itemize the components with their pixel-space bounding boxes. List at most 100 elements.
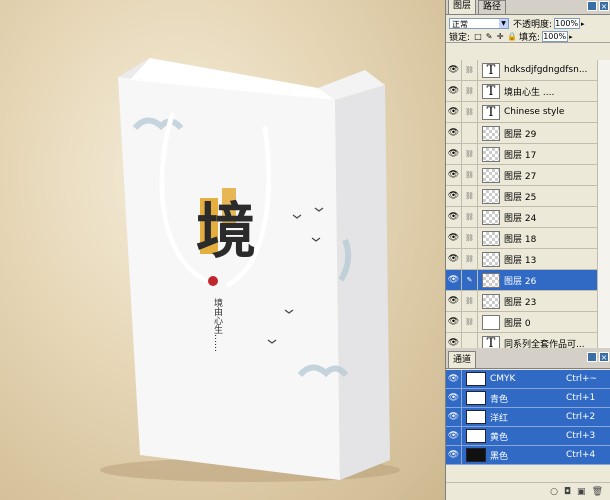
- eye-icon[interactable]: 👁: [446, 445, 462, 465]
- layer-row[interactable]: 👁 ⛓ 图层 18: [446, 227, 610, 249]
- layer-row[interactable]: 👁 ⛓ 图层 25: [446, 185, 610, 207]
- load-selection-icon[interactable]: ○: [550, 487, 558, 497]
- lock-transparent-icon[interactable]: □: [474, 32, 482, 41]
- lock-all-icon[interactable]: 🔒: [507, 32, 517, 41]
- layer-thumbnail: [482, 167, 500, 183]
- chain-link-icon[interactable]: ⛓: [462, 60, 478, 81]
- tab-layers[interactable]: 图层: [448, 0, 477, 14]
- fill-input[interactable]: 100%: [542, 31, 569, 42]
- chain-link-icon[interactable]: ⛓: [462, 290, 478, 312]
- minimize-button[interactable]: _: [587, 352, 597, 362]
- eye-icon[interactable]: 👁: [446, 122, 462, 144]
- channels-tabbar: 通道 _ ×: [446, 348, 610, 369]
- close-button[interactable]: ×: [599, 352, 609, 362]
- channel-shortcut: Ctrl+1: [566, 393, 596, 403]
- link-slot[interactable]: [462, 122, 478, 144]
- layer-name: 图层 26: [504, 276, 537, 287]
- opacity-arrow-icon[interactable]: ▸: [581, 20, 587, 28]
- text-layer-icon: T: [482, 104, 500, 120]
- layers-scrollbar[interactable]: [597, 60, 610, 348]
- layer-row[interactable]: 👁 ✎ 图层 26: [446, 269, 610, 291]
- eye-icon[interactable]: 👁: [446, 388, 462, 408]
- lock-image-icon[interactable]: ✎: [485, 32, 493, 41]
- layer-row[interactable]: 👁 T 同系列全套作品可...: [446, 332, 610, 348]
- eye-icon[interactable]: 👁: [446, 185, 462, 207]
- chain-link-icon[interactable]: ⛓: [462, 143, 478, 165]
- blend-mode-select[interactable]: 正常 ▼: [449, 18, 509, 29]
- layer-thumbnail: [482, 209, 500, 225]
- eye-icon[interactable]: 👁: [446, 290, 462, 312]
- channel-row[interactable]: 👁 黄色 Ctrl+3: [446, 426, 610, 446]
- eye-icon[interactable]: 👁: [446, 426, 462, 446]
- eye-icon[interactable]: 👁: [446, 227, 462, 249]
- brush-icon[interactable]: ✎: [462, 269, 478, 291]
- layer-row[interactable]: 👁 图层 29: [446, 122, 610, 144]
- channel-row[interactable]: 👁 青色 Ctrl+1: [446, 388, 610, 408]
- layer-list[interactable]: 👁 ⛓ Thdksdjfgdngdfsn... 👁 ⛓ T 境由心生 .... 👁 ⛓ T Chin…: [446, 60, 610, 348]
- chain-link-icon[interactable]: ⛓: [462, 206, 478, 228]
- layers-panel: 图层 路径 _ × 正常 ▼ 不透明度: 100% ▸ 锁定: □ ✎ ✛ 🔒 …: [445, 0, 610, 348]
- minimize-button[interactable]: _: [587, 1, 597, 11]
- layer-name: Chinese style: [504, 107, 565, 117]
- eye-icon[interactable]: 👁: [446, 407, 462, 427]
- layer-row[interactable]: 👁 ⛓ T 境由心生 ....: [446, 80, 610, 102]
- eye-icon[interactable]: 👁: [446, 60, 462, 81]
- layer-name: 图层 17: [504, 150, 537, 161]
- eye-icon[interactable]: 👁: [446, 101, 462, 123]
- layer-name: hdksdjfgdngdfsn...: [504, 65, 588, 75]
- eye-icon[interactable]: 👁: [446, 206, 462, 228]
- layer-row[interactable]: 👁 ⛓ 图层 17: [446, 143, 610, 165]
- chain-link-icon[interactable]: ⛓: [462, 101, 478, 123]
- layer-thumbnail: [482, 146, 500, 162]
- vertical-slogan: 境由心生……: [212, 297, 223, 352]
- channel-shortcut: Ctrl+3: [566, 431, 596, 441]
- link-slot[interactable]: [462, 332, 478, 348]
- eye-icon[interactable]: 👁: [446, 269, 462, 291]
- eye-icon[interactable]: 👁: [446, 143, 462, 165]
- eye-icon[interactable]: 👁: [446, 332, 462, 348]
- text-layer-icon: T: [482, 83, 500, 99]
- document-canvas[interactable]: 境 境由心生……: [0, 0, 445, 500]
- eye-icon[interactable]: 👁: [446, 164, 462, 186]
- eye-icon[interactable]: 👁: [446, 369, 462, 389]
- chain-link-icon[interactable]: ⛓: [462, 80, 478, 102]
- layer-row[interactable]: 👁 ⛓ 图层 24: [446, 206, 610, 228]
- layer-name: 图层 18: [504, 234, 537, 245]
- layer-name: 图层 24: [504, 213, 537, 224]
- layer-row[interactable]: 👁 ⛓ 图层 27: [446, 164, 610, 186]
- eye-icon[interactable]: 👁: [446, 248, 462, 270]
- eye-icon[interactable]: 👁: [446, 80, 462, 102]
- channel-list[interactable]: 👁 CMYK Ctrl+~ 👁 青色 Ctrl+1 👁 洋红 Ctrl+2 👁 黄色 Ctrl+3 👁 黑…: [446, 369, 610, 465]
- channel-row[interactable]: 👁 黑色 Ctrl+4: [446, 445, 610, 465]
- chain-link-icon[interactable]: ⛓: [462, 227, 478, 249]
- delete-channel-icon[interactable]: 🗑: [592, 487, 603, 497]
- layer-row[interactable]: 👁 ⛓ 图层 13: [446, 248, 610, 270]
- chain-link-icon[interactable]: ⛓: [462, 164, 478, 186]
- chain-link-icon[interactable]: ⛓: [462, 248, 478, 270]
- chain-link-icon[interactable]: ⛓: [462, 185, 478, 207]
- channel-name: 黄色: [490, 432, 509, 443]
- chain-link-icon[interactable]: ⛓: [462, 311, 478, 333]
- channel-row[interactable]: 👁 CMYK Ctrl+~: [446, 369, 610, 389]
- chevron-down-icon: ▼: [499, 19, 508, 28]
- layer-row[interactable]: 👁 ⛓ T Chinese style: [446, 101, 610, 123]
- tab-channels[interactable]: 通道: [448, 351, 477, 368]
- channels-footer: ○ ◘ ▣ 🗑: [446, 482, 610, 500]
- eye-icon[interactable]: 👁: [446, 311, 462, 333]
- new-channel-icon[interactable]: ▣: [577, 487, 586, 497]
- fill-arrow-icon[interactable]: ▸: [569, 33, 575, 41]
- save-selection-icon[interactable]: ◘: [564, 487, 571, 497]
- tab-paths[interactable]: 路径: [478, 0, 507, 14]
- layer-thumbnail: [482, 314, 500, 330]
- channel-name: 洋红: [490, 413, 509, 424]
- layer-row[interactable]: 👁 ⛓ 图层 0: [446, 311, 610, 333]
- layer-row[interactable]: 👁 ⛓ 图层 23: [446, 290, 610, 312]
- channel-row[interactable]: 👁 洋红 Ctrl+2: [446, 407, 610, 427]
- layer-name: 图层 0: [504, 318, 531, 329]
- lock-position-icon[interactable]: ✛: [496, 32, 504, 41]
- channel-name: 青色: [490, 394, 509, 405]
- layer-row[interactable]: 👁 ⛓ Thdksdjfgdngdfsn...: [446, 60, 610, 81]
- text-layer-icon: T: [482, 62, 500, 78]
- close-button[interactable]: ×: [599, 1, 609, 11]
- opacity-input[interactable]: 100%: [554, 18, 581, 29]
